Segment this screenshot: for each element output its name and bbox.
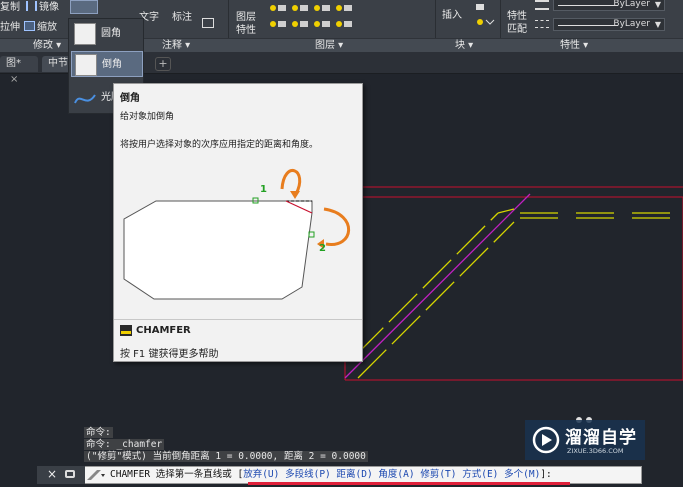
prompt-suffix: ]:	[540, 469, 552, 480]
close-icon[interactable]: ×	[47, 467, 57, 481]
prompt-prefix: CHAMFER 选择第一条直线或 [	[110, 469, 244, 480]
arrow-head	[290, 191, 300, 199]
blend-curves-icon	[74, 94, 96, 104]
fillet-menu-item[interactable]: 圆角	[71, 21, 143, 47]
option-angle[interactable]: 角度(A)	[378, 469, 414, 480]
command-icon	[120, 325, 132, 336]
tooltip-subtitle: 给对象加倒角	[120, 112, 175, 122]
tooltip-description: 将按用户选择对象的次序应用指定的距离和角度。	[120, 140, 319, 150]
chamfer-illustration: 1 2	[123, 169, 351, 300]
option-distance[interactable]: 距离(D)	[337, 469, 373, 480]
chamfer-label: 倒角	[102, 59, 122, 70]
chamfer-icon	[75, 54, 97, 76]
watermark-logo: 溜溜自学 ZIXUE.3D66.COM	[525, 420, 645, 460]
arrow-2-icon	[323, 207, 351, 246]
watermark-title: 溜溜自学	[565, 428, 637, 448]
fillet-label: 圆角	[101, 28, 121, 39]
wrench-icon[interactable]	[65, 470, 75, 478]
chamfer-tooltip: 倒角 给对象加倒角 将按用户选择对象的次序应用指定的距离和角度。 1 2 CHA…	[113, 83, 363, 362]
magenta-centerline	[344, 193, 531, 379]
play-logo-icon	[532, 426, 560, 454]
pick-label-2: 2	[319, 243, 326, 254]
command-prompt-icon	[87, 470, 105, 480]
tooltip-title: 倒角	[120, 93, 140, 104]
option-multiple[interactable]: 多个(M)	[504, 469, 540, 480]
chamfer-menu-item[interactable]: 倒角	[71, 51, 143, 77]
option-trim[interactable]: 修剪(T)	[420, 469, 456, 480]
command-history-line: ("修剪"模式) 当前倒角距离 1 = 0.0000, 距离 2 = 0.000…	[84, 451, 368, 462]
option-method[interactable]: 方式(E)	[462, 469, 498, 480]
fillet-icon	[74, 23, 96, 45]
watermark-subtitle: ZIXUE.3D66.COM	[567, 447, 624, 455]
arrow-1-icon	[280, 169, 302, 195]
yellow-line	[357, 221, 515, 379]
tooltip-separator	[114, 319, 362, 320]
command-line-controls: ×	[37, 466, 85, 484]
command-history-line: 命令:	[84, 427, 113, 438]
tooltip-command-name: CHAMFER	[136, 325, 191, 336]
yellow-line	[354, 212, 499, 357]
option-polyline[interactable]: 多段线(P)	[285, 469, 331, 480]
command-prompt-text[interactable]: CHAMFER 选择第一条直线或 [放弃(U) 多段线(P) 距离(D) 角度(…	[110, 467, 552, 483]
chamfer-shape	[123, 200, 313, 300]
tooltip-help: 按 F1 键获得更多帮助	[120, 349, 219, 360]
command-history-line: 命令: _chamfer	[84, 439, 165, 450]
red-boundary-line	[344, 196, 683, 380]
option-undo[interactable]: 放弃(U)	[243, 469, 279, 480]
pick-label-1: 1	[260, 184, 267, 195]
highlight-underline	[248, 482, 570, 485]
